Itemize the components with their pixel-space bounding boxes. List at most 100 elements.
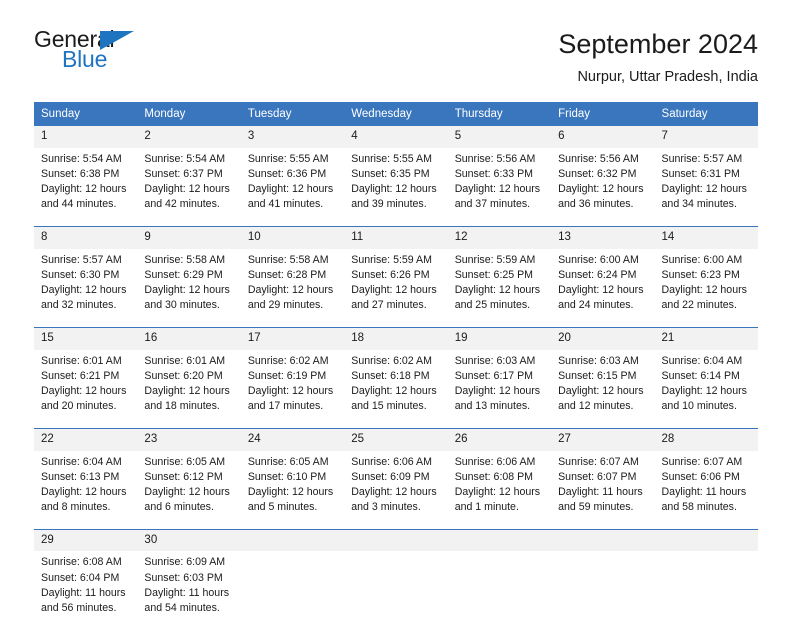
day-number[interactable]: 22 <box>34 429 137 451</box>
day-cell[interactable]: Sunrise: 6:03 AM Sunset: 6:17 PM Daylight:… <box>448 350 551 428</box>
day-sunrise-text: Sunrise: 5:58 AM <box>247 253 329 266</box>
day-cell[interactable]: Sunrise: 6:06 AM Sunset: 6:09 PM Daylight:… <box>344 451 447 529</box>
day-number <box>448 530 551 552</box>
day-number[interactable]: 5 <box>448 126 551 148</box>
calendar-page: General Blue September 2024 Nurpur, Utta… <box>0 0 792 630</box>
day-number[interactable]: 4 <box>344 126 447 148</box>
day-cell[interactable]: Sunrise: 5:57 AM Sunset: 6:30 PM Daylight:… <box>34 249 137 327</box>
day-number[interactable]: 14 <box>655 227 758 249</box>
day-sunrise-text: Sunrise: 5:57 AM <box>661 152 743 165</box>
day-cell[interactable]: Sunrise: 6:00 AM Sunset: 6:24 PM Daylight:… <box>551 249 654 327</box>
day-cell[interactable]: Sunrise: 5:58 AM Sunset: 6:29 PM Daylight:… <box>137 249 240 327</box>
day-number[interactable]: 26 <box>448 429 551 451</box>
day-number[interactable]: 9 <box>137 227 240 249</box>
day-sunset-text: Sunset: 6:29 PM <box>144 268 223 281</box>
day-number[interactable]: 13 <box>551 227 654 249</box>
day-number[interactable]: 2 <box>137 126 240 148</box>
day-cell[interactable]: Sunrise: 5:59 AM Sunset: 6:25 PM Daylight:… <box>448 249 551 327</box>
day-number <box>344 530 447 552</box>
day-cell[interactable]: Sunrise: 5:55 AM Sunset: 6:35 PM Daylight:… <box>344 148 447 226</box>
day-cell[interactable]: Sunrise: 6:03 AM Sunset: 6:15 PM Daylight:… <box>551 350 654 428</box>
day-cell[interactable]: Sunrise: 6:01 AM Sunset: 6:21 PM Daylight:… <box>34 350 137 428</box>
day-daylight-l1-text: Daylight: 12 hours <box>351 384 437 397</box>
day-number[interactable]: 11 <box>344 227 447 249</box>
day-number[interactable]: 23 <box>137 429 240 451</box>
day-daylight-l1-text: Daylight: 12 hours <box>144 485 230 498</box>
day-cell[interactable]: Sunrise: 6:02 AM Sunset: 6:18 PM Daylight:… <box>344 350 447 428</box>
day-cell[interactable]: Sunrise: 6:05 AM Sunset: 6:12 PM Daylight:… <box>137 451 240 529</box>
day-cell[interactable]: Sunrise: 6:07 AM Sunset: 6:06 PM Daylight:… <box>655 451 758 529</box>
day-daylight-l1-text: Daylight: 12 hours <box>351 485 437 498</box>
day-sunrise-text: Sunrise: 6:06 AM <box>351 455 432 468</box>
day-cell[interactable]: Sunrise: 6:04 AM Sunset: 6:13 PM Daylight:… <box>34 451 137 529</box>
day-number[interactable]: 21 <box>655 328 758 350</box>
day-number[interactable]: 10 <box>241 227 344 249</box>
day-sunset-text: Sunset: 6:33 PM <box>454 167 534 180</box>
day-cell[interactable]: Sunrise: 6:06 AM Sunset: 6:08 PM Daylight:… <box>448 451 551 529</box>
day-daylight-l2-text: and 1 minute. <box>454 500 519 513</box>
day-sunset-text: Sunset: 6:17 PM <box>454 369 534 382</box>
day-number[interactable]: 15 <box>34 328 137 350</box>
day-sunrise-text: Sunrise: 5:55 AM <box>247 152 329 165</box>
day-sunrise-text: Sunrise: 5:55 AM <box>351 152 432 165</box>
day-cell[interactable]: Sunrise: 5:56 AM Sunset: 6:33 PM Daylight:… <box>448 148 551 226</box>
day-cell[interactable]: Sunrise: 6:01 AM Sunset: 6:20 PM Daylight:… <box>137 350 240 428</box>
general-blue-logo[interactable]: General Blue <box>34 28 146 76</box>
day-cell[interactable]: Sunrise: 6:05 AM Sunset: 6:10 PM Daylight:… <box>241 451 344 529</box>
day-number[interactable]: 28 <box>655 429 758 451</box>
day-number[interactable]: 6 <box>551 126 654 148</box>
day-daylight-l2-text: and 39 minutes. <box>351 197 427 210</box>
calendar-week-row: 8 9 10 11 12 13 14 Sunrise: 5:57 AM Sunset: 6:30… <box>34 225 758 327</box>
day-number[interactable]: 27 <box>551 429 654 451</box>
day-daylight-l2-text: and 10 minutes. <box>661 399 737 412</box>
day-number[interactable]: 18 <box>344 328 447 350</box>
day-number-band: 29 30 <box>34 529 758 552</box>
day-daylight-l1-text: Daylight: 12 hours <box>247 283 334 296</box>
day-cell[interactable]: Sunrise: 5:59 AM Sunset: 6:26 PM Daylight:… <box>344 249 447 327</box>
day-number[interactable]: 29 <box>34 530 137 552</box>
day-cell[interactable]: Sunrise: 6:04 AM Sunset: 6:14 PM Daylight:… <box>655 350 758 428</box>
day-daylight-l2-text: and 3 minutes. <box>351 500 421 513</box>
day-daylight-l2-text: and 20 minutes. <box>41 399 117 412</box>
day-cell[interactable]: Sunrise: 5:57 AM Sunset: 6:31 PM Daylight:… <box>655 148 758 226</box>
day-number[interactable]: 20 <box>551 328 654 350</box>
day-number[interactable]: 16 <box>137 328 240 350</box>
day-cell[interactable]: Sunrise: 5:54 AM Sunset: 6:37 PM Daylight:… <box>137 148 240 226</box>
weekday-header-row: Sunday Monday Tuesday Wednesday Thursday Frid… <box>34 101 758 126</box>
day-daylight-l1-text: Daylight: 12 hours <box>454 182 541 195</box>
day-daylight-l1-text: Daylight: 12 hours <box>661 283 747 296</box>
day-number[interactable]: 17 <box>241 328 344 350</box>
day-number[interactable]: 24 <box>241 429 344 451</box>
day-sunrise-text: Sunrise: 5:56 AM <box>558 152 639 165</box>
day-number[interactable]: 12 <box>448 227 551 249</box>
weekday-header-friday: Friday <box>558 107 591 120</box>
day-daylight-l2-text: and 18 minutes. <box>144 399 220 412</box>
day-number[interactable]: 1 <box>34 126 137 148</box>
day-cell[interactable]: Sunrise: 5:56 AM Sunset: 6:32 PM Daylight:… <box>551 148 654 226</box>
day-cell[interactable]: Sunrise: 6:08 AM Sunset: 6:04 PM Daylight:… <box>34 551 137 629</box>
day-detail-band: Sunrise: 6:08 AM Sunset: 6:04 PM Daylight:… <box>34 551 758 630</box>
day-sunset-text: Sunset: 6:31 PM <box>661 167 740 180</box>
day-cell[interactable]: Sunrise: 5:58 AM Sunset: 6:28 PM Daylight:… <box>241 249 344 327</box>
day-daylight-l1-text: Daylight: 12 hours <box>661 384 747 397</box>
day-sunset-text: Sunset: 6:06 PM <box>661 470 740 483</box>
day-cell <box>551 551 654 629</box>
day-cell[interactable]: Sunrise: 6:00 AM Sunset: 6:23 PM Daylight:… <box>655 249 758 327</box>
day-number[interactable]: 19 <box>448 328 551 350</box>
day-number[interactable]: 30 <box>137 530 240 552</box>
day-cell <box>655 551 758 629</box>
day-cell[interactable]: Sunrise: 6:02 AM Sunset: 6:19 PM Daylight:… <box>241 350 344 428</box>
day-daylight-l2-text: and 6 minutes. <box>144 500 214 513</box>
day-daylight-l2-text: and 22 minutes. <box>661 298 737 311</box>
day-cell[interactable]: Sunrise: 6:07 AM Sunset: 6:07 PM Daylight:… <box>551 451 654 529</box>
day-number[interactable]: 8 <box>34 227 137 249</box>
day-number[interactable]: 7 <box>655 126 758 148</box>
day-sunrise-text: Sunrise: 6:05 AM <box>247 455 329 468</box>
day-cell[interactable]: Sunrise: 5:54 AM Sunset: 6:38 PM Daylight:… <box>34 148 137 226</box>
day-cell[interactable]: Sunrise: 5:55 AM Sunset: 6:36 PM Daylight:… <box>241 148 344 226</box>
day-daylight-l1-text: Daylight: 12 hours <box>558 283 644 296</box>
day-number[interactable]: 3 <box>241 126 344 148</box>
day-cell[interactable]: Sunrise: 6:09 AM Sunset: 6:03 PM Daylight:… <box>137 551 240 629</box>
day-number[interactable]: 25 <box>344 429 447 451</box>
day-detail-band: Sunrise: 5:54 AM Sunset: 6:38 PM Daylight:… <box>34 147 758 226</box>
